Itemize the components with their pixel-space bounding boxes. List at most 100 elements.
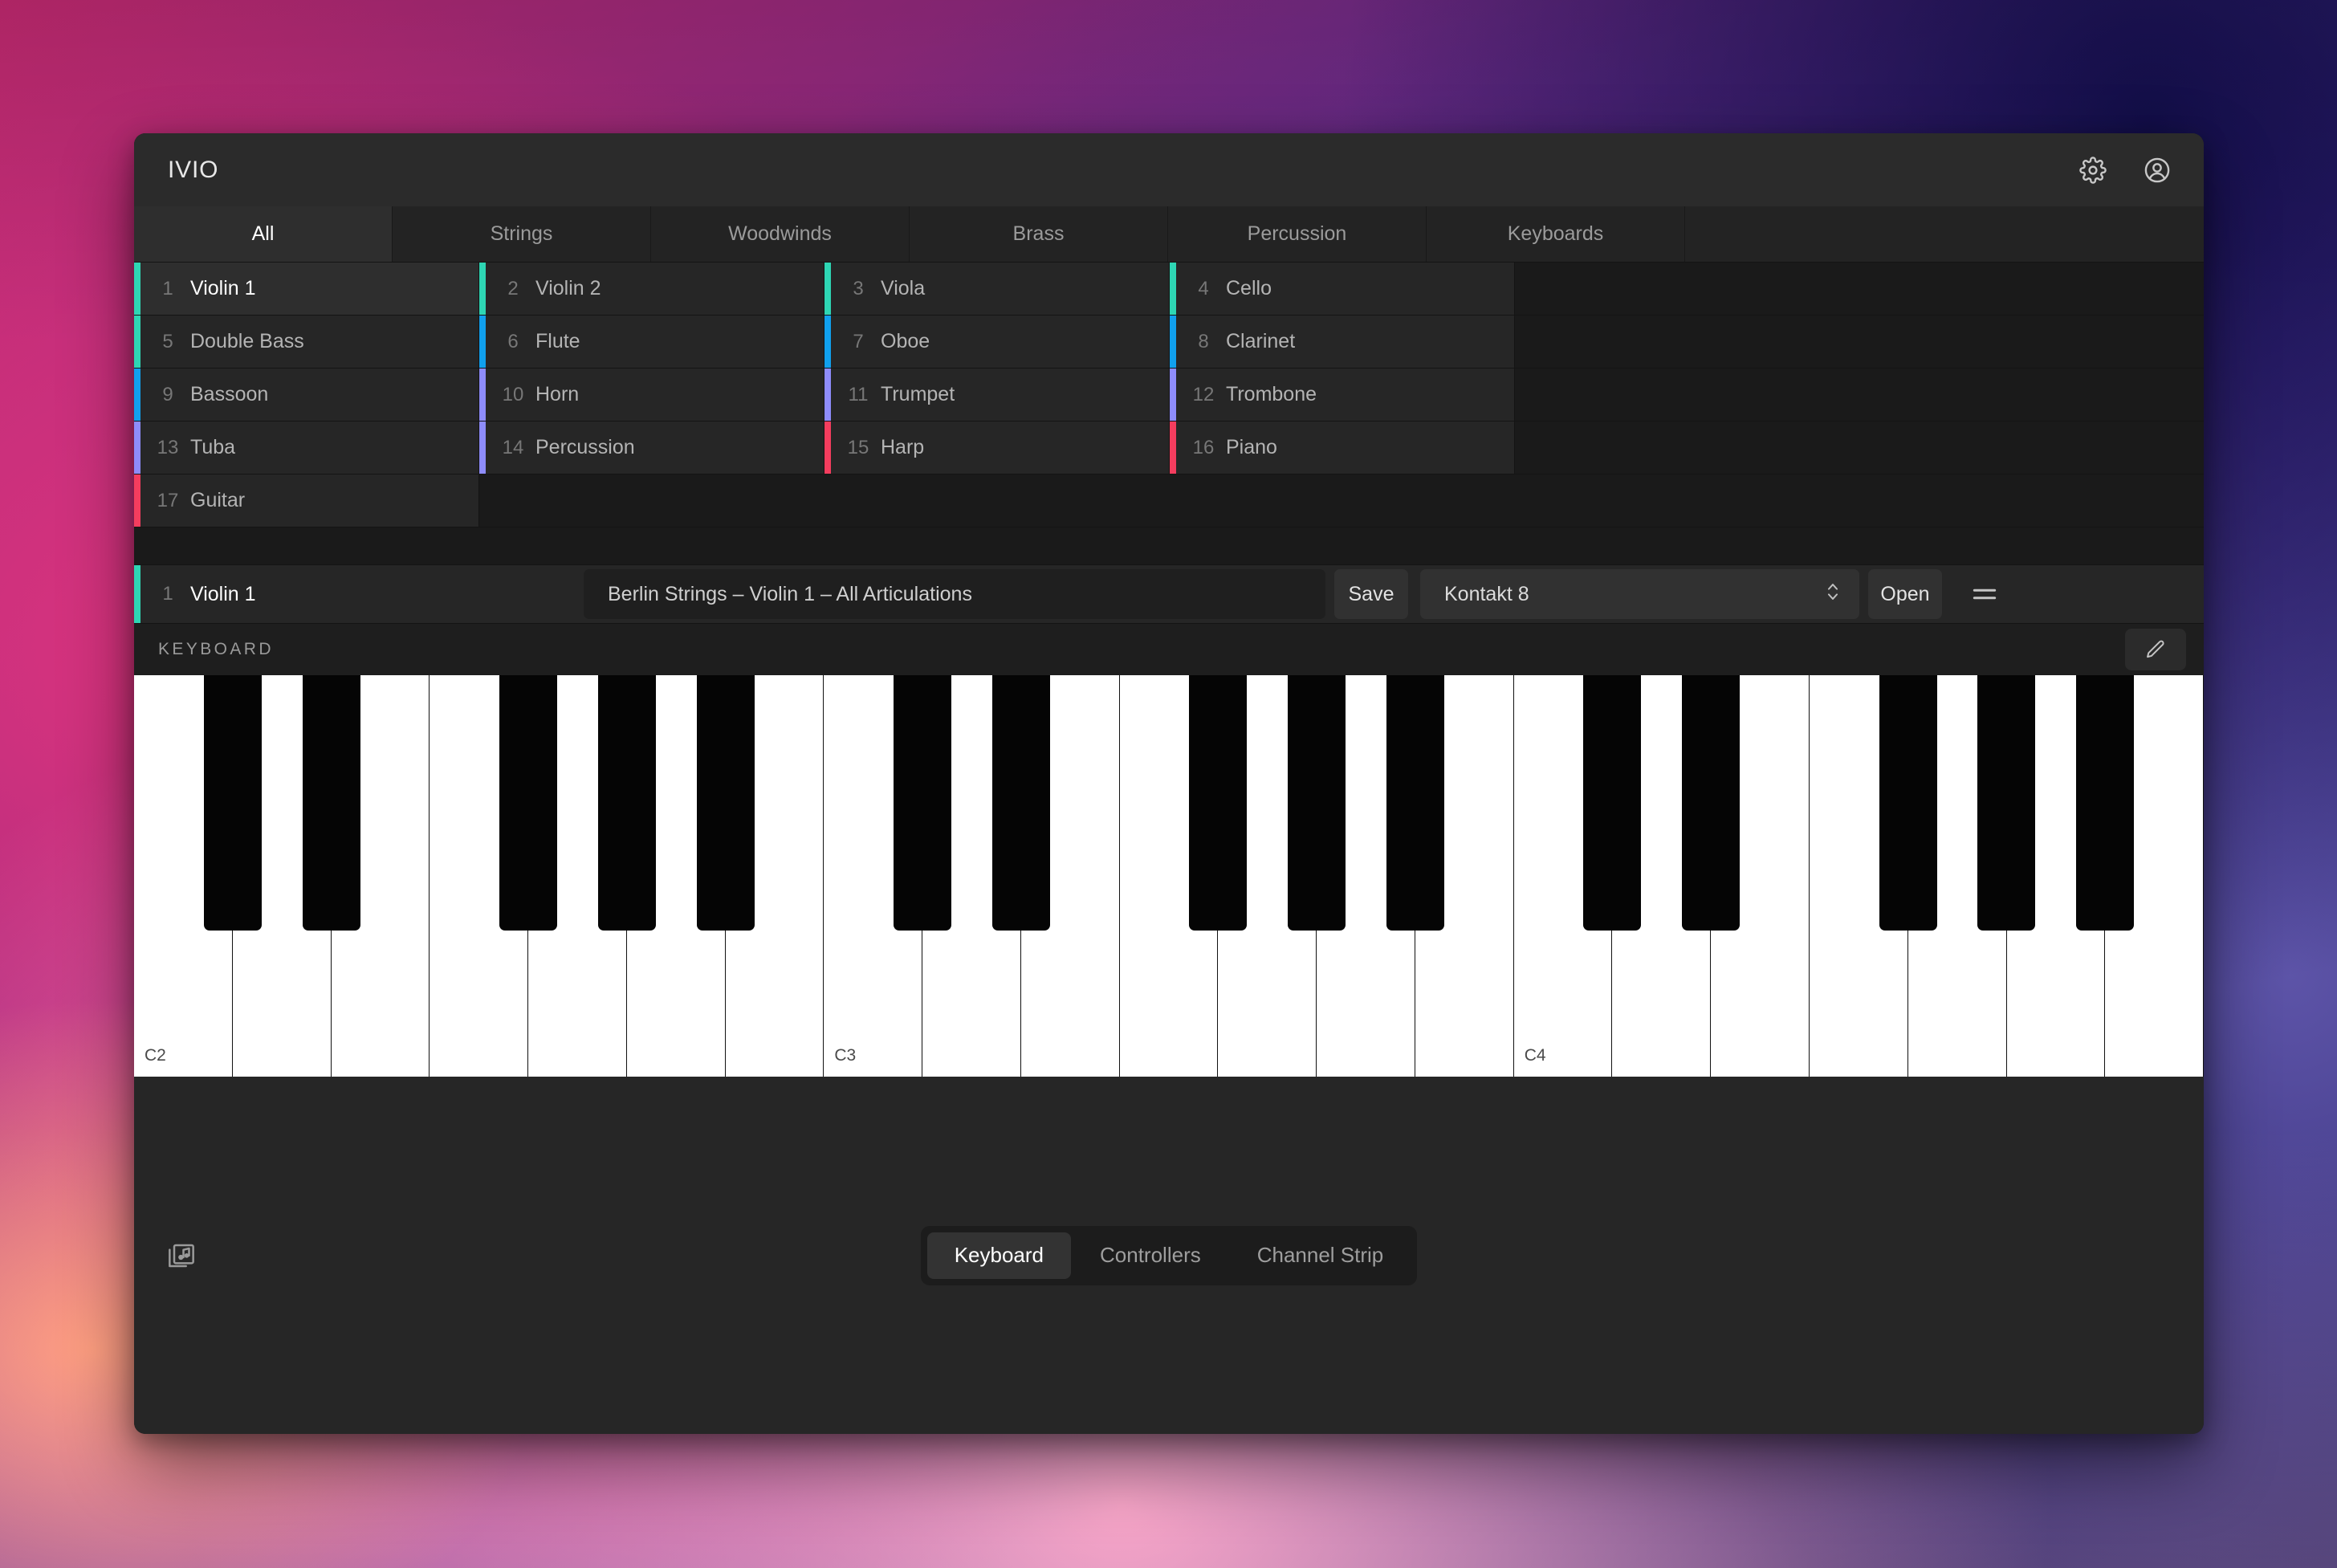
instrument-color-strip: [134, 316, 140, 368]
gear-icon[interactable]: [2074, 152, 2111, 189]
instrument-row: 1 Violin 1 2 Violin 2 3 Viola 4 Cello: [134, 263, 2204, 316]
instrument-name: Horn: [535, 383, 580, 405]
instrument-number: 16: [1192, 436, 1215, 458]
title-bar: IVIO: [134, 133, 2204, 206]
piano-black-key-C#2[interactable]: [203, 675, 262, 931]
instrument-cell-violin-2[interactable]: 2 Violin 2: [479, 263, 824, 315]
piano-keyboard[interactable]: C2 C3 C4: [134, 675, 2204, 1077]
category-tab-bar: All Strings Woodwinds Brass Percussion Keyboa…: [134, 206, 2204, 263]
instrument-cell-oboe[interactable]: 7 Oboe: [824, 316, 1170, 368]
instrument-number: 3: [853, 277, 864, 299]
instrument-cell-empty: [824, 474, 1170, 527]
instrument-name: Cello: [1226, 277, 1272, 299]
view-tab-group: Keyboard Controllers Channel Strip: [920, 1225, 1418, 1285]
user-account-icon[interactable]: [2139, 152, 2176, 189]
instrument-number: 12: [1192, 383, 1215, 405]
instrument-color-strip: [1170, 422, 1176, 474]
music-library-icon[interactable]: [157, 1234, 206, 1277]
bottom-bar: Keyboard Controllers Channel Strip: [134, 1077, 2204, 1434]
instrument-number: 10: [502, 383, 524, 405]
instrument-cell-violin-1[interactable]: 1 Violin 1: [134, 263, 479, 315]
instrument-cell-empty: [1170, 474, 1515, 527]
instrument-row: 5 Double Bass 6 Flute 7 Oboe 8 Clarinet: [134, 316, 2204, 369]
octave-label: C2: [145, 1046, 166, 1065]
instrument-color-strip: [824, 263, 831, 315]
plugin-select-value: Kontakt 8: [1444, 582, 1529, 605]
plugin-select[interactable]: Kontakt 8: [1420, 569, 1859, 619]
instrument-cell-horn[interactable]: 10 Horn: [479, 369, 824, 421]
instrument-color-strip: [134, 565, 140, 623]
instrument-cell-percussion[interactable]: 14 Percussion: [479, 422, 824, 474]
piano-black-key-C#4[interactable]: [1583, 675, 1642, 931]
piano-black-key-A#4[interactable]: [2076, 675, 2135, 931]
category-tab-percussion[interactable]: Percussion: [1168, 206, 1427, 262]
instrument-name: Violin 1: [190, 277, 256, 299]
category-tab-woodwinds[interactable]: Woodwinds: [651, 206, 910, 262]
instrument-name: Harp: [881, 436, 925, 458]
instrument-cell-trumpet[interactable]: 11 Trumpet: [824, 369, 1170, 421]
instrument-cell-piano[interactable]: 16 Piano: [1170, 422, 1515, 474]
instrument-number: 7: [853, 330, 864, 352]
instrument-cell-bassoon[interactable]: 9 Bassoon: [134, 369, 479, 421]
instrument-number: 5: [162, 330, 173, 352]
instrument-name: Clarinet: [1226, 330, 1296, 352]
piano-black-key-D#3[interactable]: [991, 675, 1050, 931]
instrument-cell-cello[interactable]: 4 Cello: [1170, 263, 1515, 315]
instrument-name: Trumpet: [881, 383, 955, 405]
instrument-cell-double-bass[interactable]: 5 Double Bass: [134, 316, 479, 368]
view-tab-keyboard[interactable]: Keyboard: [926, 1232, 1072, 1279]
instrument-name: Viola: [881, 277, 926, 299]
view-tab-channel-strip[interactable]: Channel Strip: [1230, 1232, 1411, 1279]
instrument-number: 9: [162, 383, 173, 405]
save-button[interactable]: Save: [1334, 569, 1408, 619]
instrument-number: 1: [162, 277, 173, 299]
instrument-number: 2: [507, 277, 519, 299]
hamburger-menu-icon[interactable]: [1960, 569, 2009, 619]
preset-name-input[interactable]: Berlin Strings – Violin 1 – All Articula…: [584, 569, 1325, 619]
category-tab-keyboards[interactable]: Keyboards: [1427, 206, 1685, 262]
category-tab-strings[interactable]: Strings: [393, 206, 651, 262]
instrument-name: Tuba: [190, 436, 236, 458]
instrument-color-strip: [824, 316, 831, 368]
instrument-color-strip: [134, 474, 140, 527]
piano-black-key-C#3[interactable]: [894, 675, 952, 931]
instrument-cell-guitar[interactable]: 17 Guitar: [134, 474, 479, 527]
open-button[interactable]: Open: [1868, 569, 1942, 619]
instrument-color-strip: [134, 263, 140, 315]
instrument-name: Double Bass: [190, 330, 304, 352]
instrument-cell-harp[interactable]: 15 Harp: [824, 422, 1170, 474]
piano-black-key-F#4[interactable]: [1879, 675, 1937, 931]
instrument-color-strip: [134, 369, 140, 421]
instrument-number: 6: [507, 330, 519, 352]
piano-black-key-G#2[interactable]: [597, 675, 656, 931]
instrument-color-strip: [479, 263, 486, 315]
instrument-cell-tuba[interactable]: 13 Tuba: [134, 422, 479, 474]
category-tab-brass[interactable]: Brass: [910, 206, 1168, 262]
instrument-cell-trombone[interactable]: 12 Trombone: [1170, 369, 1515, 421]
piano-black-key-D#2[interactable]: [302, 675, 360, 931]
pencil-edit-icon[interactable]: [2125, 629, 2186, 670]
piano-black-key-A#3[interactable]: [1386, 675, 1444, 931]
preset-bar: 1 Violin 1 Berlin Strings – Violin 1 – A…: [134, 564, 2204, 624]
instrument-cell-flute[interactable]: 6 Flute: [479, 316, 824, 368]
selected-instrument[interactable]: 1 Violin 1: [134, 565, 584, 623]
piano-black-key-G#4[interactable]: [1977, 675, 2036, 931]
view-tab-controllers[interactable]: Controllers: [1073, 1232, 1228, 1279]
instrument-cell-viola[interactable]: 3 Viola: [824, 263, 1170, 315]
instrument-name: Percussion: [535, 436, 635, 458]
category-tab-all[interactable]: All: [134, 206, 393, 262]
piano-black-key-A#2[interactable]: [696, 675, 755, 931]
piano-black-key-F#2[interactable]: [499, 675, 558, 931]
instrument-name: Violin 1: [190, 582, 256, 605]
instrument-number: 4: [1198, 277, 1209, 299]
keyboard-panel-header: KEYBOARD: [134, 624, 2204, 675]
instrument-cell-clarinet[interactable]: 8 Clarinet: [1170, 316, 1515, 368]
instrument-row: 13 Tuba 14 Percussion 15 Harp 16 Piano: [134, 422, 2204, 474]
instrument-number: 14: [502, 436, 524, 458]
piano-black-key-D#4[interactable]: [1682, 675, 1741, 931]
piano-black-key-G#3[interactable]: [1288, 675, 1346, 931]
piano-black-key-F#3[interactable]: [1189, 675, 1248, 931]
instrument-name: Oboe: [881, 330, 930, 352]
instrument-color-strip: [1170, 263, 1176, 315]
keyboard-panel-title: KEYBOARD: [158, 640, 274, 658]
